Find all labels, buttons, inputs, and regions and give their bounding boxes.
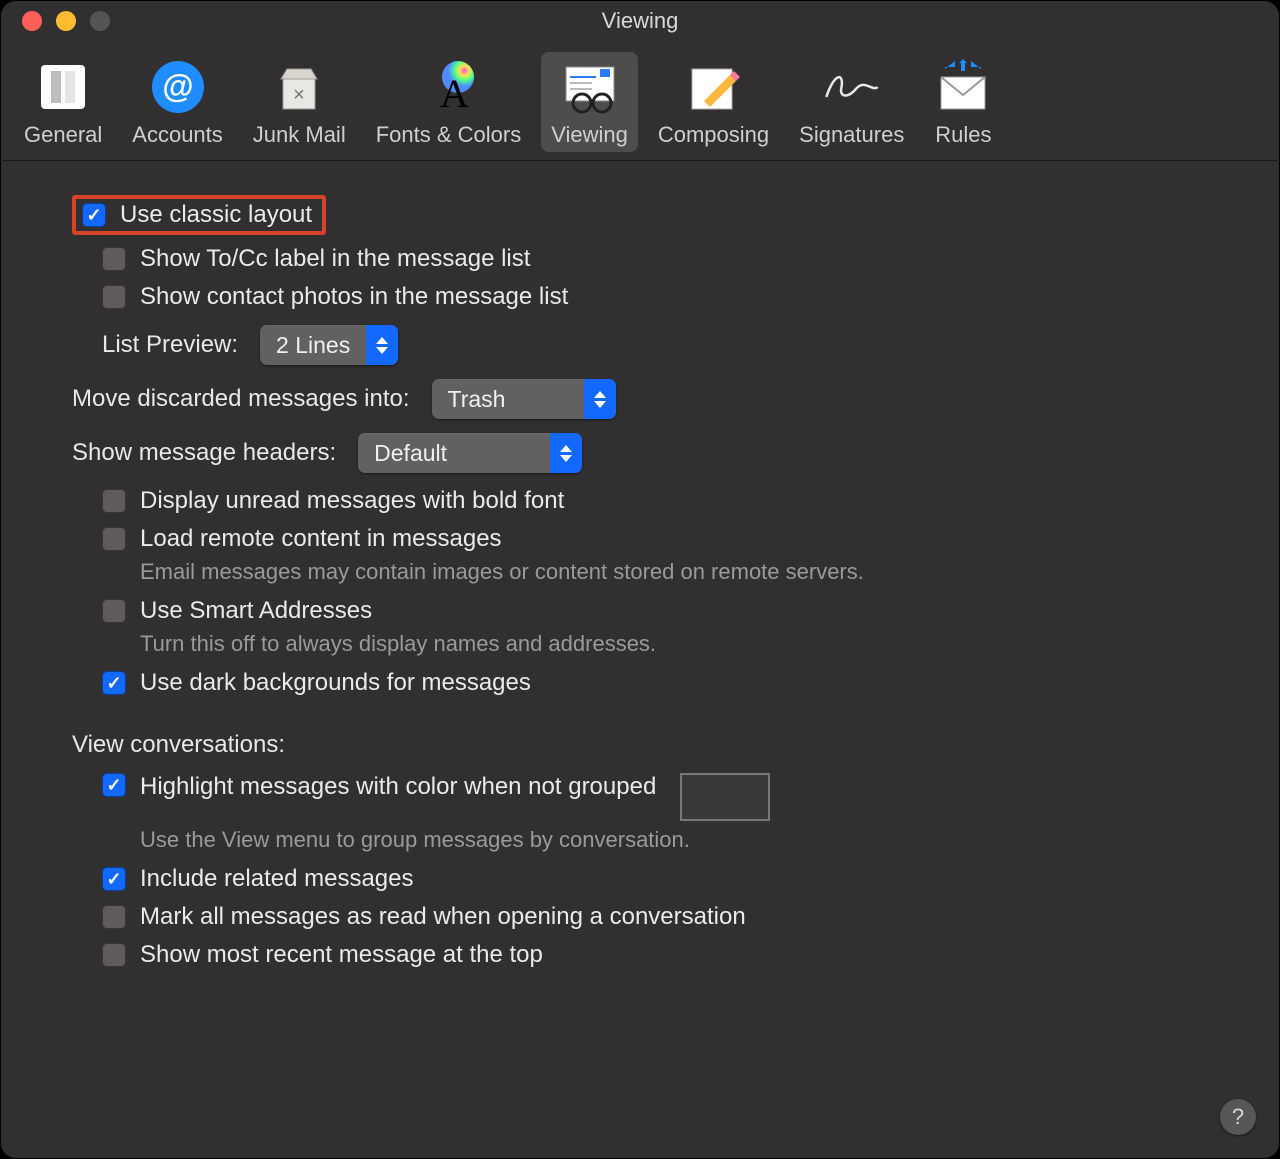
show-headers-popup[interactable]: Default <box>358 433 582 473</box>
load-remote-label: Load remote content in messages <box>140 525 502 553</box>
include-related-label: Include related messages <box>140 865 414 893</box>
show-headers-value: Default <box>358 440 550 467</box>
smart-addresses-label: Use Smart Addresses <box>140 597 372 625</box>
move-discarded-popup[interactable]: Trash <box>432 379 616 419</box>
svg-text:A: A <box>440 71 469 115</box>
highlight-color-well[interactable] <box>680 773 770 821</box>
tab-signatures-label: Signatures <box>799 122 904 148</box>
stepper-icon <box>584 379 616 419</box>
viewing-pane: Use classic layout Show To/Cc label in t… <box>0 161 1280 1009</box>
tab-fonts-colors[interactable]: A Fonts & Colors <box>366 52 532 152</box>
dark-bg-checkbox[interactable] <box>102 671 126 695</box>
show-contact-photos-checkbox[interactable] <box>102 285 126 309</box>
fonts-colors-icon: A <box>419 58 477 116</box>
titlebar: Viewing <box>0 0 1280 42</box>
show-recent-top-checkbox[interactable] <box>102 943 126 967</box>
list-preview-value: 2 Lines <box>260 332 366 359</box>
mark-all-read-checkbox[interactable] <box>102 905 126 929</box>
tab-rules-label: Rules <box>935 122 991 148</box>
include-related-checkbox[interactable] <box>102 867 126 891</box>
mark-all-read-label: Mark all messages as read when opening a… <box>140 903 746 931</box>
highlight-color-subtext: Use the View menu to group messages by c… <box>140 827 1250 853</box>
signatures-icon <box>823 58 881 116</box>
viewing-icon <box>561 58 619 116</box>
load-remote-subtext: Email messages may contain images or con… <box>140 559 1250 585</box>
tab-composing-label: Composing <box>658 122 769 148</box>
show-to-cc-label: Show To/Cc label in the message list <box>140 245 530 273</box>
smart-addresses-subtext: Turn this off to always display names an… <box>140 631 1250 657</box>
tab-general[interactable]: General <box>14 52 112 152</box>
highlight-color-label: Highlight messages with color when not g… <box>140 773 656 801</box>
tab-composing[interactable]: Composing <box>648 52 779 152</box>
help-icon: ? <box>1232 1104 1244 1130</box>
tab-general-label: General <box>24 122 102 148</box>
svg-text:@: @ <box>162 68 193 104</box>
tab-viewing-label: Viewing <box>551 122 628 148</box>
help-button[interactable]: ? <box>1220 1099 1256 1135</box>
show-recent-top-label: Show most recent message at the top <box>140 941 543 969</box>
classic-layout-label: Use classic layout <box>120 201 312 229</box>
move-discarded-value: Trash <box>432 386 584 413</box>
tab-rules[interactable]: Rules <box>924 52 1002 152</box>
tab-signatures[interactable]: Signatures <box>789 52 914 152</box>
tab-fonts-colors-label: Fonts & Colors <box>376 122 522 148</box>
tab-junk-mail[interactable]: × Junk Mail <box>243 52 356 152</box>
junk-mail-icon: × <box>270 58 328 116</box>
accounts-icon: @ <box>149 58 207 116</box>
unread-bold-checkbox[interactable] <box>102 489 126 513</box>
list-preview-label: List Preview: <box>102 331 238 359</box>
stepper-icon <box>550 433 582 473</box>
conversations-heading: View conversations: <box>72 731 1250 759</box>
show-to-cc-checkbox[interactable] <box>102 247 126 271</box>
composing-icon <box>685 58 743 116</box>
prefs-toolbar: General @ Accounts × Junk Mail A Fonts &… <box>0 42 1280 161</box>
show-headers-label: Show message headers: <box>72 439 336 467</box>
rules-icon <box>934 58 992 116</box>
tab-junk-mail-label: Junk Mail <box>253 122 346 148</box>
tab-accounts-label: Accounts <box>132 122 223 148</box>
dark-bg-label: Use dark backgrounds for messages <box>140 669 531 697</box>
stepper-icon <box>366 325 398 365</box>
highlight-color-checkbox[interactable] <box>102 773 126 797</box>
tab-accounts[interactable]: @ Accounts <box>122 52 233 152</box>
show-contact-photos-label: Show contact photos in the message list <box>140 283 568 311</box>
move-discarded-label: Move discarded messages into: <box>72 385 410 413</box>
preferences-window: Viewing General @ Accounts × Junk Mail <box>0 0 1280 1159</box>
general-icon <box>34 58 92 116</box>
classic-layout-highlight: Use classic layout <box>72 195 326 235</box>
svg-text:×: × <box>293 84 305 106</box>
smart-addresses-checkbox[interactable] <box>102 599 126 623</box>
classic-layout-checkbox[interactable] <box>82 203 106 227</box>
tab-viewing[interactable]: Viewing <box>541 52 638 152</box>
window-title: Viewing <box>0 8 1280 34</box>
unread-bold-label: Display unread messages with bold font <box>140 487 564 515</box>
list-preview-popup[interactable]: 2 Lines <box>260 325 398 365</box>
load-remote-checkbox[interactable] <box>102 527 126 551</box>
